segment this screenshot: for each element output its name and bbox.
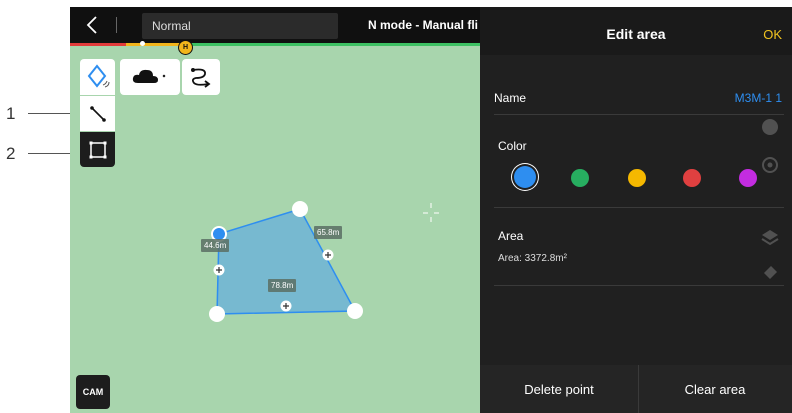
panel-footer: Delete point Clear area	[480, 365, 792, 413]
crosshair-icon	[423, 203, 439, 222]
battery-progress-high	[184, 43, 480, 46]
edge-length-left: 44.6m	[201, 239, 230, 252]
callout-1: 1	[6, 104, 16, 123]
edge-length-bottom: 78.8m	[268, 279, 297, 292]
divider-area	[494, 285, 784, 286]
name-value-field[interactable]: M3M-1 1	[735, 91, 782, 105]
polygon-tool-button[interactable]	[80, 59, 115, 95]
app-screen: 44.6m 65.8m 78.8m Normal N mode - Manual…	[70, 7, 792, 413]
cloud-icon	[132, 69, 166, 83]
target-icon	[762, 157, 778, 173]
chevron-left-icon	[86, 16, 97, 34]
eraser-icon	[764, 266, 777, 279]
route-tool-button[interactable]	[182, 59, 220, 95]
battery-progress-low	[70, 43, 126, 46]
vertex-top[interactable]	[292, 201, 308, 217]
battery-progress-mid	[126, 43, 184, 46]
edge-length-right: 65.8m	[314, 226, 343, 239]
add-point-left[interactable]	[213, 264, 225, 276]
add-point-right[interactable]	[322, 249, 334, 261]
name-label: Name	[494, 91, 527, 105]
panel-title: Edit area	[606, 26, 666, 42]
color-swatch-red[interactable]	[683, 169, 701, 187]
add-point-bottom[interactable]	[280, 300, 292, 312]
rectangle-icon	[89, 141, 106, 158]
delete-point-button[interactable]: Delete point	[480, 365, 638, 413]
color-label: Color	[498, 139, 527, 153]
polygon-icon	[87, 64, 109, 88]
topbar-divider	[116, 17, 117, 33]
flight-mode-selector[interactable]: Normal	[142, 13, 338, 39]
ok-button[interactable]: OK	[763, 27, 782, 42]
color-swatch-blue[interactable]	[514, 166, 536, 188]
flight-status-title: N mode - Manual fli	[368, 18, 479, 32]
area-value: Area: 3372.8m²	[498, 253, 567, 264]
vertex-bottom-right[interactable]	[347, 303, 363, 319]
area-label: Area	[498, 229, 524, 243]
line-icon	[89, 105, 106, 122]
layers-icon	[761, 230, 779, 246]
back-button[interactable]	[78, 13, 108, 37]
rectangle-tool-button[interactable]	[80, 132, 115, 167]
obstacle-tool-button[interactable]	[120, 59, 180, 95]
clear-area-button[interactable]: Clear area	[638, 365, 792, 413]
route-icon	[191, 68, 211, 88]
color-swatch-yellow[interactable]	[628, 169, 646, 187]
divider-color	[494, 207, 784, 208]
line-tool-button[interactable]	[80, 96, 115, 131]
divider-name	[494, 114, 784, 115]
vertex-bottom-left[interactable]	[209, 306, 225, 322]
home-point-marker: H	[178, 40, 193, 55]
panel-header: Edit area OK	[480, 7, 792, 55]
color-swatch-green[interactable]	[571, 169, 589, 187]
camera-view-button[interactable]: CAM	[76, 375, 110, 409]
edit-area-panel: Edit area OK Name M3M-1 1 Color Area Are…	[480, 7, 792, 413]
flight-mode-label: Normal	[152, 19, 191, 33]
battery-progress-indicator	[140, 41, 145, 46]
area-polygon[interactable]	[216, 208, 357, 315]
callout-2: 2	[6, 144, 16, 163]
color-swatch-purple[interactable]	[739, 169, 757, 187]
info-icon	[762, 119, 778, 135]
